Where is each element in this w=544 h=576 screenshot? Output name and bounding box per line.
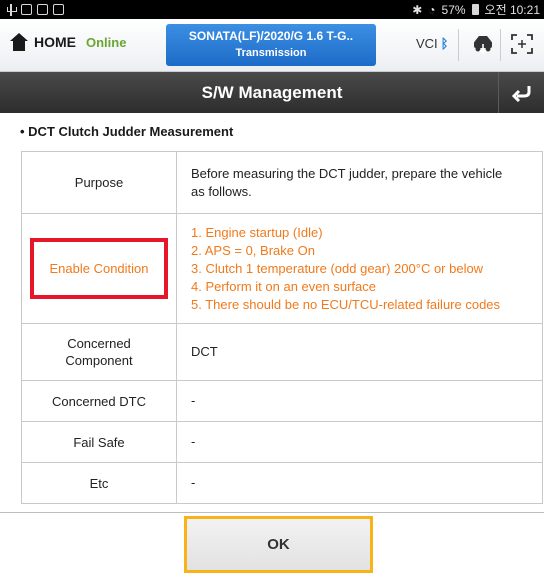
usb-icon — [6, 3, 17, 16]
vehicle-subtitle: Transmission — [235, 47, 307, 59]
component-label-line: Component — [65, 353, 133, 368]
page-title: S/W Management — [201, 82, 343, 102]
home-label: HOME — [34, 34, 76, 50]
component-label: Concerned Component — [21, 323, 177, 381]
gallery-icon — [21, 4, 32, 15]
condition-item: 3. Clutch 1 temperature (odd gear) 200°C… — [191, 260, 484, 276]
vehicle-connect-icon[interactable] — [472, 33, 494, 55]
back-arrow-icon — [511, 85, 530, 102]
component-value: DCT — [176, 323, 543, 381]
condition-item: 5. There should be no ECU/TCU-related fa… — [191, 296, 501, 312]
app-icon — [53, 4, 64, 15]
status-bar-right: ✱ ◔ 57% 오전 10:21 — [412, 1, 540, 18]
home-button[interactable]: HOME Online — [10, 33, 126, 51]
table-row: Etc - — [21, 462, 543, 504]
table-row: Concerned Component DCT — [21, 323, 543, 381]
battery-percent: 57% — [441, 2, 466, 17]
section-heading: • DCT Clutch Judder Measurement — [20, 124, 234, 139]
connection-status: Online — [86, 34, 127, 50]
app-header: HOME Online SONATA(LF)/2020/G 1.6 T-G.. … — [0, 19, 544, 72]
battery-icon — [471, 4, 479, 15]
condition-item: 1. Engine startup (Idle) — [191, 224, 323, 240]
table-row: Purpose Before measuring the DCT judder,… — [21, 151, 543, 214]
home-icon — [10, 33, 28, 51]
etc-value: - — [176, 462, 543, 504]
bluetooth-icon: ᛒ — [440, 36, 449, 51]
back-button[interactable] — [498, 72, 544, 113]
table-row: Concerned DTC - — [21, 380, 543, 422]
enable-condition-cell: Enable Condition — [21, 213, 177, 324]
enable-condition-label: Enable Condition — [30, 238, 168, 299]
info-table: Purpose Before measuring the DCT judder,… — [21, 151, 543, 504]
status-bar: ✱ ◔ 57% 오전 10:21 — [0, 0, 544, 19]
vci-label: VCI — [416, 36, 438, 51]
clock: 오전 10:21 — [484, 3, 540, 17]
table-row: Enable Condition 1. Engine startup (Idle… — [21, 213, 543, 324]
purpose-value-line: Before measuring the DCT judder, prepare… — [191, 165, 503, 181]
purpose-value-line: as follows. — [191, 183, 252, 199]
fail-safe-value: - — [176, 421, 543, 463]
purpose-value: Before measuring the DCT judder, prepare… — [176, 151, 543, 214]
ok-button[interactable]: OK — [184, 516, 373, 573]
enable-condition-value: 1. Engine startup (Idle) 2. APS = 0, Bra… — [176, 213, 543, 324]
screen-title-bar: S/W Management — [0, 72, 544, 113]
wifi-icon: ◔ — [428, 2, 436, 17]
purpose-label: Purpose — [21, 151, 177, 214]
fail-safe-label: Fail Safe — [21, 421, 177, 463]
dtc-label: Concerned DTC — [21, 380, 177, 422]
message-icon — [37, 4, 48, 15]
bluetooth-icon: ✱ — [412, 2, 423, 17]
table-row: Fail Safe - — [21, 421, 543, 463]
header-divider — [500, 29, 501, 61]
status-bar-left — [6, 3, 64, 16]
vehicle-info-button[interactable]: SONATA(LF)/2020/G 1.6 T-G.. Transmission — [166, 24, 376, 66]
fullscreen-icon[interactable] — [511, 34, 533, 54]
dtc-value: - — [176, 380, 543, 422]
footer-bar: OK — [0, 512, 544, 576]
header-divider — [458, 29, 459, 61]
condition-item: 4. Perform it on an even surface — [191, 278, 376, 294]
etc-label: Etc — [21, 462, 177, 504]
vci-status[interactable]: VCI ᛒ — [416, 36, 448, 51]
condition-item: 2. APS = 0, Brake On — [191, 242, 315, 258]
component-label-line: Concerned — [67, 336, 131, 351]
vehicle-title: SONATA(LF)/2020/G 1.6 T-G.. — [188, 29, 354, 43]
